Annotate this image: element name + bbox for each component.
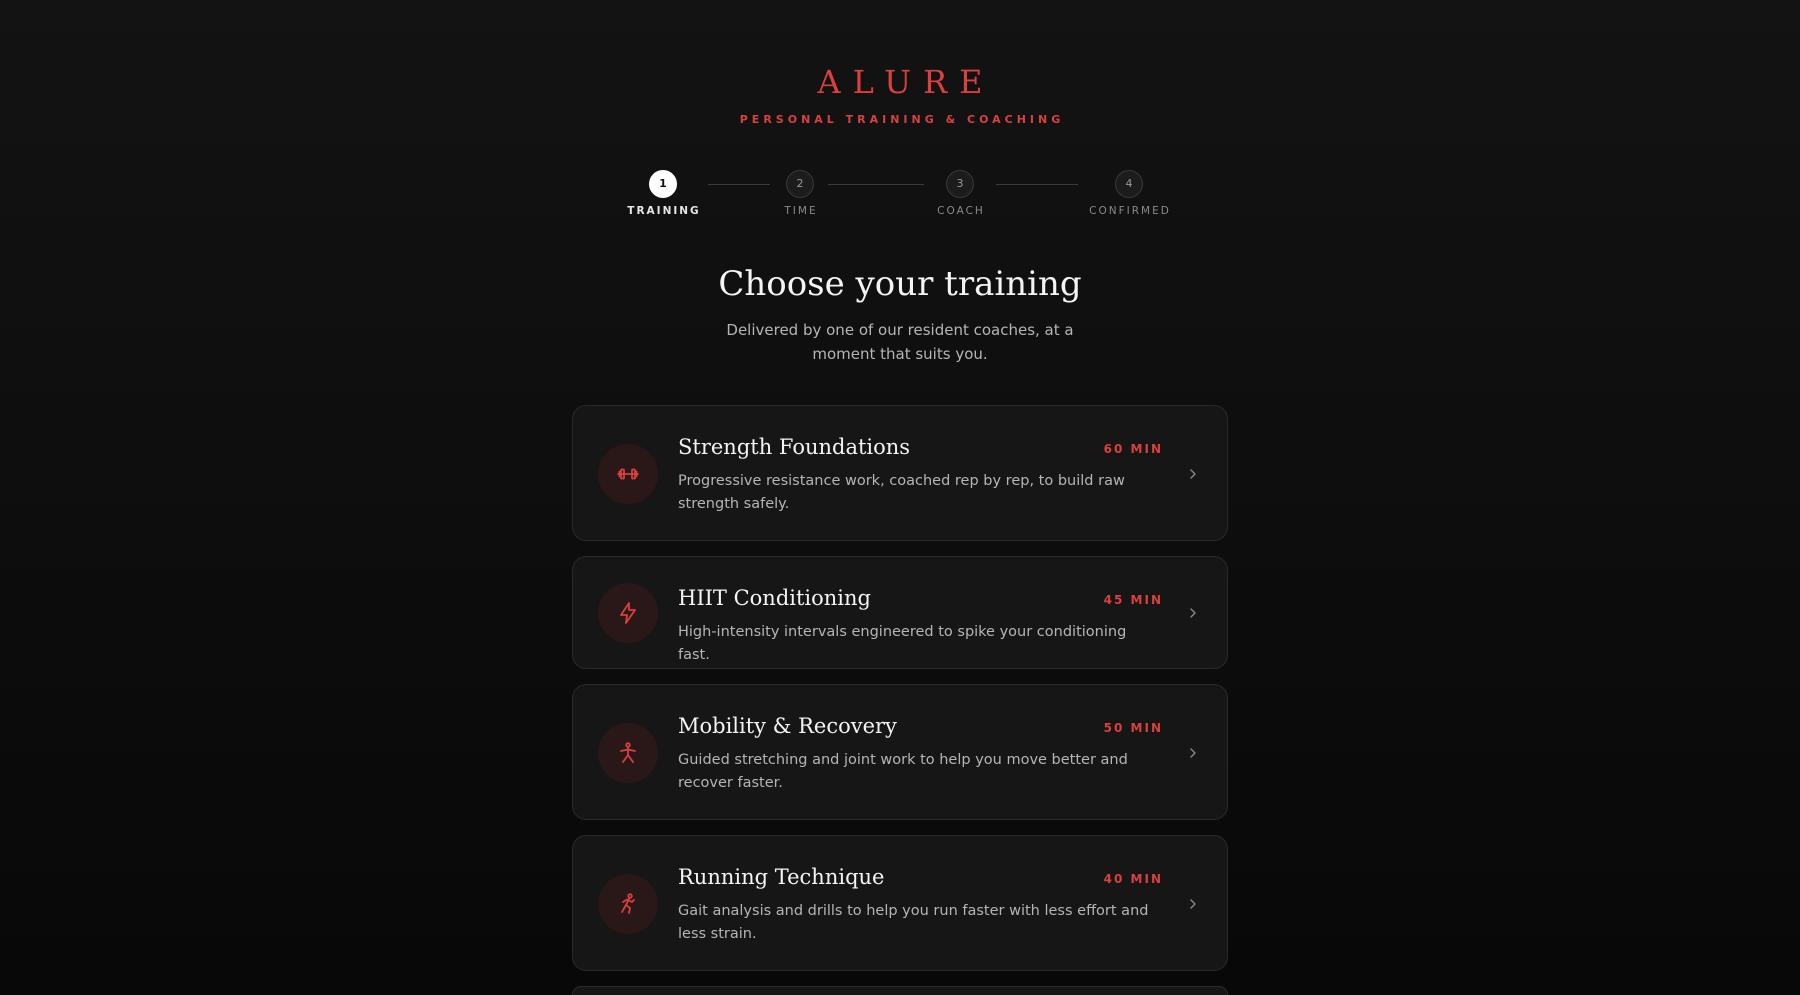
training-card-partial[interactable]: [572, 986, 1228, 995]
training-description: High-intensity intervals engineered to s…: [678, 624, 1127, 663]
training-card-running-technique[interactable]: Running Technique 40 MIN Gait analysis a…: [572, 835, 1228, 971]
step-number: 2: [786, 170, 814, 198]
training-description: Guided stretching and joint work to help…: [678, 752, 1128, 791]
training-card-strength-foundations[interactable]: Strength Foundations 60 MIN Progressive …: [572, 405, 1228, 541]
step-label: COACH: [937, 205, 985, 217]
chevron-right-icon: [1190, 748, 1196, 758]
page-subtitle: Delivered by one of our resident coaches…: [726, 321, 1074, 363]
training-duration: 45 MIN: [1103, 593, 1163, 607]
training-duration: 50 MIN: [1103, 721, 1163, 735]
step-time[interactable]: 2 TIME: [740, 170, 860, 218]
step-label: TIME: [784, 205, 818, 217]
training-duration: 40 MIN: [1103, 872, 1163, 886]
training-title: Mobility & Recovery: [678, 714, 897, 738]
chevron-right-icon: [1190, 899, 1196, 909]
training-duration: 60 MIN: [1103, 442, 1163, 456]
dumbbell-icon: [598, 444, 658, 504]
chevron-right-icon: [1190, 608, 1196, 618]
training-title: Strength Foundations: [678, 435, 911, 459]
brand-tagline: PERSONAL TRAINING & COACHING: [739, 113, 1065, 126]
training-card-hiit-conditioning[interactable]: HIIT Conditioning 45 MIN High-intensity …: [572, 556, 1228, 669]
step-coach[interactable]: 3 COACH: [900, 170, 1020, 218]
brand-logo: ALURE: [817, 63, 995, 101]
step-number: 1: [649, 170, 677, 198]
training-title: Running Technique: [678, 865, 885, 889]
step-number: 3: [946, 170, 974, 198]
chevron-right-icon: [1190, 469, 1196, 479]
lightning-icon: [598, 583, 658, 643]
training-title: HIIT Conditioning: [678, 586, 871, 610]
running-figure-icon: [598, 874, 658, 934]
training-card-mobility-recovery[interactable]: Mobility & Recovery 50 MIN Guided stretc…: [572, 684, 1228, 820]
step-label: TRAINING: [627, 205, 701, 217]
step-confirmed[interactable]: 4 CONFIRMED: [1069, 170, 1189, 218]
training-description: Progressive resistance work, coached rep…: [678, 473, 1125, 512]
step-training[interactable]: 1 TRAINING: [603, 170, 723, 218]
step-label: CONFIRMED: [1089, 205, 1171, 217]
stretching-figure-icon: [598, 723, 658, 783]
step-number: 4: [1115, 170, 1143, 198]
training-description: Gait analysis and drills to help you run…: [678, 903, 1149, 942]
page-title: Choose your training: [718, 264, 1082, 304]
